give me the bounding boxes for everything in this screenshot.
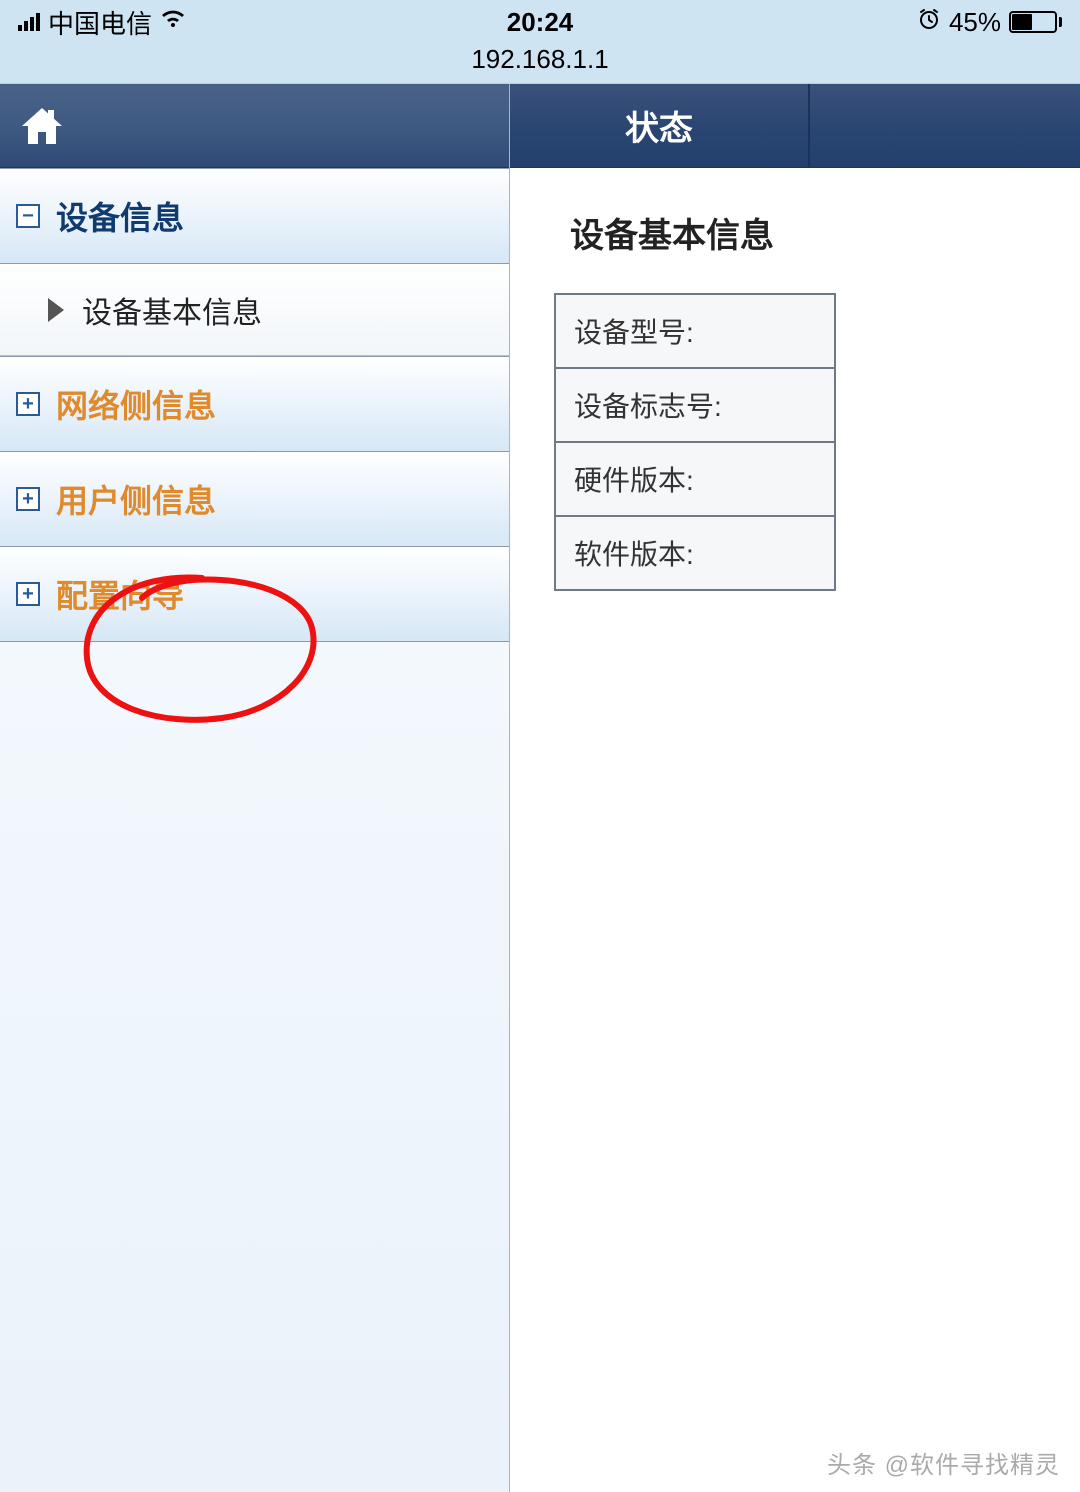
sidebar-subitem-label: 设备基本信息	[82, 288, 262, 332]
carrier-label: 中国电信	[48, 4, 152, 41]
sidebar-item-label: 用户侧信息	[56, 476, 216, 522]
home-button[interactable]	[0, 84, 509, 168]
collapse-icon[interactable]: −	[16, 204, 40, 228]
sidebar-item-network-info[interactable]: + 网络侧信息	[0, 356, 509, 452]
row-label: 设备型号:	[555, 294, 835, 368]
url-text: 192.168.1.1	[471, 44, 608, 75]
sidebar-item-config-wizard[interactable]: + 配置向导	[0, 546, 509, 642]
clock: 20:24	[507, 7, 574, 38]
sidebar-item-device-info[interactable]: − 设备信息	[0, 168, 509, 264]
table-row: 硬件版本:	[555, 442, 835, 516]
battery-icon	[1009, 11, 1062, 33]
watermark: 头条 @软件寻找精灵	[827, 1445, 1060, 1480]
table-row: 设备型号:	[555, 294, 835, 368]
arrow-right-icon	[48, 298, 64, 322]
table-row: 软件版本:	[555, 516, 835, 590]
signal-icon	[18, 13, 40, 31]
row-label: 软件版本:	[555, 516, 835, 590]
ios-status-bar: 中国电信 20:24 45%	[0, 0, 1080, 44]
home-icon	[18, 102, 66, 150]
expand-icon[interactable]: +	[16, 582, 40, 606]
sidebar-item-label: 设备信息	[56, 193, 184, 239]
row-label: 硬件版本:	[555, 442, 835, 516]
tab-bar: 状态	[510, 84, 1080, 168]
device-info-table: 设备型号: 设备标志号: 硬件版本: 软件版本:	[554, 293, 836, 591]
alarm-icon	[917, 7, 941, 37]
sidebar: − 设备信息 设备基本信息 + 网络侧信息 + 用户侧信息 + 配置向导	[0, 84, 510, 1492]
panel-title: 设备基本信息	[546, 208, 1080, 257]
sidebar-item-user-info[interactable]: + 用户侧信息	[0, 451, 509, 547]
expand-icon[interactable]: +	[16, 487, 40, 511]
tab-status[interactable]: 状态	[510, 84, 810, 167]
sidebar-item-label: 配置向导	[56, 571, 184, 617]
expand-icon[interactable]: +	[16, 392, 40, 416]
sidebar-subitem-basic-info[interactable]: 设备基本信息	[0, 264, 509, 356]
browser-url[interactable]: 192.168.1.1	[0, 44, 1080, 84]
battery-pct: 45%	[949, 7, 1001, 38]
row-label: 设备标志号:	[555, 368, 835, 442]
sidebar-item-label: 网络侧信息	[56, 381, 216, 427]
main-panel: 状态 设备基本信息 设备型号: 设备标志号: 硬件版本: 软件版本:	[510, 84, 1080, 1492]
wifi-icon	[160, 8, 186, 36]
tab-label: 状态	[625, 101, 693, 150]
tab-partial[interactable]	[810, 84, 1080, 167]
sidebar-blank	[0, 642, 509, 1492]
table-row: 设备标志号:	[555, 368, 835, 442]
